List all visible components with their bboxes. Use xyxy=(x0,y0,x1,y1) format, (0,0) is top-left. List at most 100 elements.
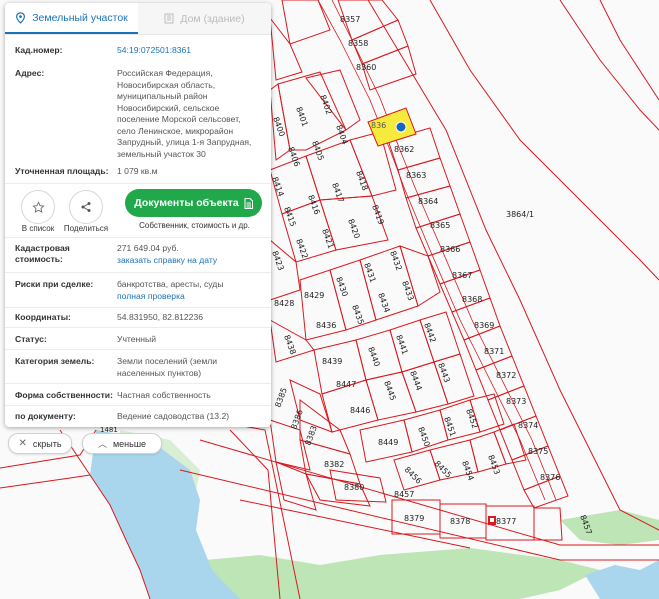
divider xyxy=(5,237,271,238)
hide-panel-button[interactable]: ✕ скрыть xyxy=(8,433,72,454)
star-icon xyxy=(31,200,45,213)
plot-label: 8446 xyxy=(350,406,370,415)
tab-building[interactable]: Дом (здание) xyxy=(138,3,271,34)
order-certificate-link[interactable]: заказать справку на дату xyxy=(117,255,263,267)
plot-label: 8375 xyxy=(528,447,548,456)
location-pin-icon xyxy=(16,11,26,24)
tab-land-parcel[interactable]: Земельный участок xyxy=(5,3,138,34)
plot-label: 8360 xyxy=(356,63,376,72)
address-line: поселение Морской сельсовет, xyxy=(117,114,241,124)
ownership-label: Форма собственности: xyxy=(15,390,113,400)
deal-risks-text: банкротства, аресты, суды xyxy=(117,279,224,289)
coordinates-label: Координаты: xyxy=(15,312,71,322)
divider xyxy=(5,349,271,350)
address-line: земельный участок 30 xyxy=(117,148,206,159)
divider xyxy=(5,183,271,184)
address-label: Адрес: xyxy=(15,68,45,78)
object-documents-button[interactable]: Документы объекта xyxy=(125,189,262,217)
plot-label: 8374 xyxy=(518,421,538,430)
address-value: Российская Федерация, Новосибирская обла… xyxy=(117,68,263,160)
close-icon: ✕ xyxy=(18,438,27,449)
cadastral-number-link[interactable]: 54:19:072501:8361 xyxy=(117,45,263,57)
divider xyxy=(5,327,271,328)
permitted-use-value: Ведение садоводства (13.2) xyxy=(117,411,230,421)
plot-label: 8377 xyxy=(496,517,516,526)
plot-label: 8367 xyxy=(452,271,472,280)
plot-label: 8357 xyxy=(340,15,360,24)
parcel-info-panel: Земельный участок Дом (здание) Кад.номер… xyxy=(5,3,271,427)
tab-land-parcel-label: Земельный участок xyxy=(32,11,128,24)
hide-label: скрыть xyxy=(32,438,62,449)
document-icon xyxy=(244,197,253,209)
chevron-up-icon: ︿ xyxy=(97,439,107,449)
area-value: 1 079 кв.м xyxy=(117,166,158,176)
plot-label: 8447 xyxy=(336,380,356,389)
plot-label: 8373 xyxy=(506,397,526,406)
area-label: Уточненная площадь: xyxy=(15,166,109,176)
divider xyxy=(5,307,271,308)
status-value: Учтенный xyxy=(117,334,157,344)
full-check-link[interactable]: полная проверка xyxy=(117,291,263,303)
plot-label: 8457 xyxy=(394,490,414,499)
land-category-line: населенных пунктов) xyxy=(117,367,202,378)
cadastral-value-label-line: Кадастровая xyxy=(15,243,70,253)
plot-label: 8366 xyxy=(440,245,460,254)
status-label: Статус: xyxy=(15,334,47,344)
plot-label: 8382 xyxy=(324,460,344,469)
plot-label: 8428 xyxy=(274,299,294,308)
plot-label: 8365 xyxy=(430,221,450,230)
plot-label: 8376 xyxy=(540,473,560,482)
plot-label: 8378 xyxy=(450,517,470,526)
tab-building-label: Дом (здание) xyxy=(180,12,245,25)
land-category-line: Земли поселений (земли xyxy=(117,356,218,366)
cadastral-number-label: Кад.номер: xyxy=(15,45,63,55)
plot-label: 8439 xyxy=(322,357,342,366)
share-button[interactable] xyxy=(69,190,103,224)
cadastral-value-label-line: стоимость: xyxy=(15,254,63,264)
land-category-value: Земли поселений (земли населенных пункто… xyxy=(117,356,263,379)
plot-label: 8364 xyxy=(418,197,438,206)
plot-label: 8380 xyxy=(344,483,364,492)
plot-label: 8368 xyxy=(462,295,482,304)
plot-label: 8369 xyxy=(474,321,494,330)
plot-label: 8449 xyxy=(378,438,398,447)
location-marker[interactable] xyxy=(395,121,407,133)
land-category-label: Категория земель: xyxy=(15,356,95,366)
big-parcel-label: 3864/1 xyxy=(506,210,534,219)
coordinates-value: 54.831950, 82.812236 xyxy=(117,312,204,322)
permitted-use-label: по документу: xyxy=(15,411,76,421)
documents-button-label: Документы объекта xyxy=(134,197,239,209)
plot-label: 8429 xyxy=(304,291,324,300)
deal-risks-value: банкротства, аресты, суды полная проверк… xyxy=(117,279,263,302)
address-line: Запрудный, улица 1-я Запрудная, xyxy=(117,137,252,147)
address-line: Российская Федерация, xyxy=(117,68,213,78)
add-to-list-button[interactable] xyxy=(21,190,55,224)
ownership-value: Частная собственность xyxy=(117,390,211,400)
plot-label: 8358 xyxy=(348,39,368,48)
cadastral-value-label: Кадастровая стоимость: xyxy=(15,243,115,265)
less-label: меньше xyxy=(112,438,147,449)
deal-risks-label: Риски при сделке: xyxy=(15,279,94,289)
add-to-list-label: В список xyxy=(21,224,55,233)
documents-subtitle: Собственник, стоимость и др. xyxy=(139,221,250,230)
divider xyxy=(5,383,271,384)
panel-tabs: Земельный участок Дом (здание) xyxy=(5,3,271,35)
divider xyxy=(5,272,271,273)
plot-label: 8379 xyxy=(404,514,424,523)
plot-label: 8436 xyxy=(316,321,336,330)
collapse-panel-button[interactable]: ︿ меньше xyxy=(82,433,162,454)
address-line: село Ленинское, микрорайон xyxy=(117,125,234,136)
cadastral-value: 271 649.04 руб. заказать справку на дату xyxy=(117,243,263,266)
cadastral-value-amount: 271 649.04 руб. xyxy=(117,243,179,253)
share-icon xyxy=(81,202,91,212)
address-line: Новосибирский, сельское xyxy=(117,102,220,113)
building-tab-icon xyxy=(164,13,174,24)
plot-label: 8372 xyxy=(496,371,516,380)
plot-label: 8371 xyxy=(484,347,504,356)
address-line: муниципальный район xyxy=(117,91,208,101)
building-icon xyxy=(488,516,496,525)
plot-label: 8363 xyxy=(406,171,426,180)
address-line: Новосибирская область, xyxy=(117,79,216,90)
plot-label: 8362 xyxy=(394,145,414,154)
selected-parcel-label: 836 xyxy=(371,121,386,130)
